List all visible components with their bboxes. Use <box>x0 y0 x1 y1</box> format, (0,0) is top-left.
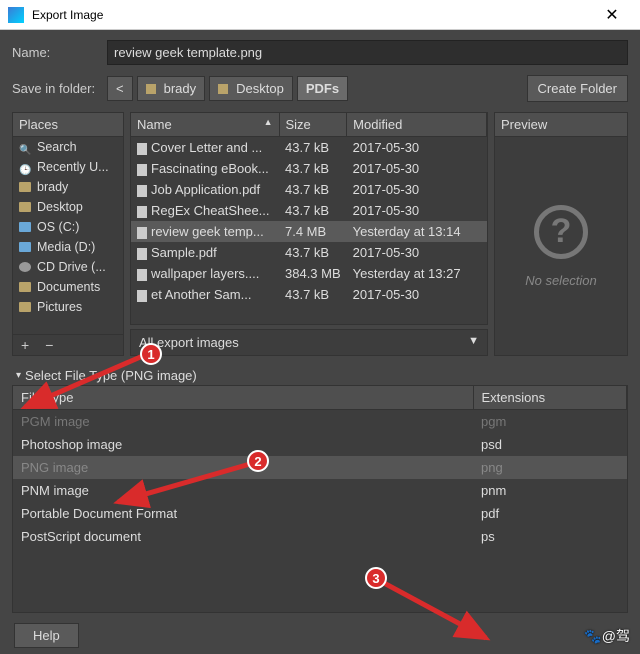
app-icon <box>8 7 24 23</box>
file-row[interactable]: review geek temp...7.4 MBYesterday at 13… <box>131 221 487 242</box>
folder-icon <box>19 282 31 292</box>
filter-dropdown[interactable]: All export images ▼ <box>130 329 488 356</box>
place-item[interactable]: CD Drive (... <box>13 257 123 277</box>
file-row[interactable]: Sample.pdf43.7 kB2017-05-30 <box>131 242 487 263</box>
crumb-pdfs[interactable]: PDFs <box>297 76 348 101</box>
file-icon <box>137 227 147 239</box>
search-icon <box>19 142 31 152</box>
file-row[interactable]: wallpaper layers....384.3 MBYesterday at… <box>131 263 487 284</box>
arrow-1 <box>15 349 155 419</box>
col-size[interactable]: Size <box>279 113 347 137</box>
badge-3: 3 <box>365 567 387 589</box>
file-icon <box>137 143 147 155</box>
close-icon[interactable]: ✕ <box>592 5 632 25</box>
preview-text: No selection <box>525 273 597 288</box>
sort-asc-icon: ▲ <box>264 117 273 127</box>
folder-icon <box>19 302 31 312</box>
folder-icon <box>218 84 228 94</box>
file-row[interactable]: Fascinating eBook...43.7 kB2017-05-30 <box>131 158 487 179</box>
file-row[interactable]: RegEx CheatShee...43.7 kB2017-05-30 <box>131 200 487 221</box>
file-icon <box>137 248 147 260</box>
place-item[interactable]: brady <box>13 177 123 197</box>
folder-icon <box>19 182 31 192</box>
arrow-3 <box>378 578 498 648</box>
window-title: Export Image <box>32 8 592 22</box>
chevron-down-icon: ▼ <box>468 335 479 350</box>
place-item[interactable]: Search <box>13 137 123 157</box>
file-icon <box>137 164 147 176</box>
col-name[interactable]: Name▲ <box>131 113 279 137</box>
file-row[interactable]: et Another Sam...43.7 kB2017-05-30 <box>131 284 487 305</box>
clock-icon <box>19 162 31 172</box>
filetype-row[interactable]: PNG imagepng <box>13 456 627 479</box>
create-folder-button[interactable]: Create Folder <box>527 75 628 102</box>
col-extensions[interactable]: Extensions <box>473 386 627 410</box>
watermark: 🐾@驾 <box>584 626 630 646</box>
help-button[interactable]: Help <box>14 623 79 648</box>
file-type-list[interactable]: File Type Extensions PGM imagepgmPhotosh… <box>12 385 628 613</box>
question-icon: ? <box>534 205 588 259</box>
arrow-2 <box>110 460 260 510</box>
preview-panel: Preview ? No selection <box>494 112 628 356</box>
file-icon <box>137 185 147 197</box>
place-item[interactable]: Pictures <box>13 297 123 317</box>
place-item[interactable]: Media (D:) <box>13 237 123 257</box>
file-icon <box>137 269 147 281</box>
place-item[interactable]: OS (C:) <box>13 217 123 237</box>
filetype-row[interactable]: PNM imagepnm <box>13 479 627 502</box>
filename-input[interactable] <box>107 40 628 65</box>
disc-icon <box>19 262 31 272</box>
drive-icon <box>19 222 31 232</box>
crumb-desktop[interactable]: Desktop <box>209 76 293 101</box>
file-icon <box>137 206 147 218</box>
file-list[interactable]: Name▲ Size Modified Cover Letter and ...… <box>130 112 488 325</box>
col-modified[interactable]: Modified <box>347 113 487 137</box>
name-label: Name: <box>12 45 107 60</box>
preview-header: Preview <box>495 113 627 137</box>
export-dialog: Export Image ✕ Name: Save in folder: < b… <box>0 0 640 654</box>
filetype-row[interactable]: Portable Document Formatpdf <box>13 502 627 525</box>
filetype-row[interactable]: Photoshop imagepsd <box>13 433 627 456</box>
badge-1: 1 <box>140 343 162 365</box>
places-header: Places <box>13 113 123 137</box>
folder-icon <box>19 202 31 212</box>
place-item[interactable]: Documents <box>13 277 123 297</box>
filetype-row[interactable]: PostScript documentps <box>13 525 627 548</box>
places-panel: Places SearchRecently U...bradyDesktopOS… <box>12 112 124 356</box>
place-item[interactable]: Desktop <box>13 197 123 217</box>
file-row[interactable]: Cover Letter and ...43.7 kB2017-05-30 <box>131 137 487 159</box>
folder-icon <box>146 84 156 94</box>
drive-icon <box>19 242 31 252</box>
file-icon <box>137 290 147 302</box>
crumb-brady[interactable]: brady <box>137 76 206 101</box>
badge-2: 2 <box>247 450 269 472</box>
titlebar: Export Image ✕ <box>0 0 640 30</box>
place-item[interactable]: Recently U... <box>13 157 123 177</box>
file-row[interactable]: Job Application.pdf43.7 kB2017-05-30 <box>131 179 487 200</box>
folder-label: Save in folder: <box>12 81 107 96</box>
back-button[interactable]: < <box>107 76 133 101</box>
